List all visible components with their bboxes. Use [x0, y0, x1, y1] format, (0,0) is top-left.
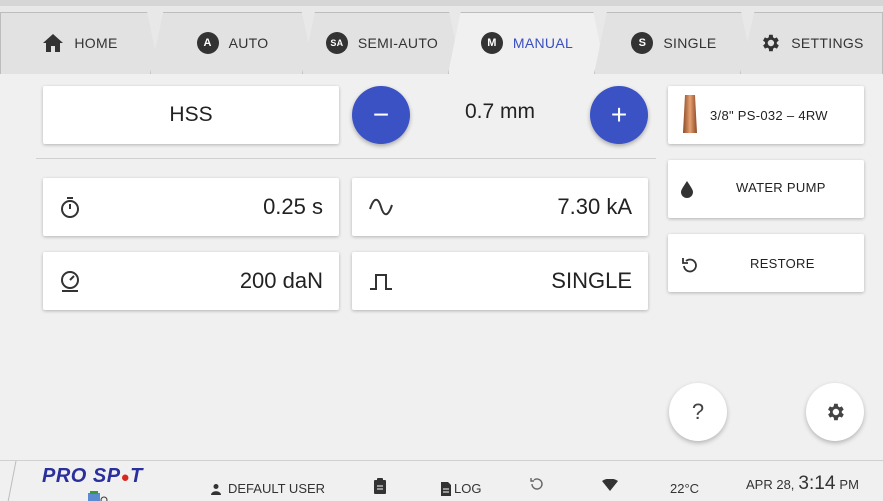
tab-settings[interactable]: SETTINGS	[740, 12, 883, 74]
pulse-mode-field[interactable]: SINGLE	[352, 252, 648, 310]
water-pump-button[interactable]: WATER PUMP	[668, 160, 864, 218]
time-text: 3:14	[798, 473, 836, 494]
tab-semi-auto-label: SEMI-AUTO	[357, 35, 439, 51]
weld-time-value: 0.25 s	[263, 194, 323, 219]
log-label: LOG	[454, 481, 482, 496]
sine-wave-icon	[369, 198, 393, 216]
water-drop-icon	[681, 181, 693, 198]
electrode-label: 3/8" PS-032 – 4RW	[710, 107, 828, 123]
weld-current-field[interactable]: 7.30 kA	[352, 178, 648, 236]
divider	[36, 158, 656, 159]
tab-home[interactable]: HOME	[0, 12, 160, 74]
tab-manual[interactable]: M MANUAL	[448, 12, 606, 74]
logo-text-end: T	[130, 465, 143, 487]
electrode-tip-icon	[683, 95, 697, 133]
help-button[interactable]: ?	[669, 383, 727, 441]
logo-dot: ●	[120, 469, 131, 486]
document-icon	[441, 481, 451, 496]
pressure-gauge-icon	[61, 271, 79, 292]
wifi-icon	[602, 479, 618, 491]
clipboard-icon	[374, 478, 386, 494]
single-badge-icon: S	[631, 32, 654, 54]
home-icon	[43, 34, 64, 52]
ampm-text: PM	[839, 477, 859, 492]
logo-text: PRO SP	[42, 465, 121, 487]
tab-auto-label: AUTO	[228, 35, 269, 51]
minus-icon: −	[372, 99, 390, 130]
help-icon: ?	[691, 399, 705, 424]
thickness-value: 0.7 mm	[464, 100, 535, 123]
water-pump-label: WATER PUMP	[736, 180, 826, 195]
decrease-thickness-button[interactable]: −	[352, 86, 410, 144]
weld-time-field[interactable]: 0.25 s	[43, 178, 339, 236]
restore-icon	[682, 258, 697, 273]
user-label: DEFAULT USER	[228, 481, 326, 496]
clamp-force-field[interactable]: 200 daN	[43, 252, 339, 310]
gear-icon	[763, 34, 780, 52]
tab-auto[interactable]: A AUTO	[150, 12, 315, 74]
weld-current-value: 7.30 kA	[557, 194, 632, 219]
electrode-selector[interactable]: 3/8" PS-032 – 4RW	[668, 86, 864, 144]
stopwatch-icon	[61, 197, 79, 218]
wifi-indicator[interactable]	[602, 479, 618, 491]
machine-icon	[88, 491, 108, 501]
history-icon	[530, 478, 543, 490]
log-button[interactable]: LOG	[440, 481, 481, 496]
plus-icon: +	[610, 99, 628, 130]
gear-icon	[828, 403, 844, 421]
tab-settings-label: SETTINGS	[791, 35, 864, 51]
footer-corner-shape	[7, 461, 17, 501]
clamp-force-value: 200 daN	[239, 268, 323, 293]
pro-spot-logo: PRO SP●T	[42, 465, 143, 488]
user-indicator[interactable]: DEFAULT USER	[210, 481, 325, 496]
square-pulse-icon	[370, 274, 392, 290]
tab-single[interactable]: S SINGLE	[594, 12, 754, 74]
restore-button[interactable]: RESTORE	[668, 234, 864, 292]
clock: APR 28, 3:14 PM	[746, 473, 859, 495]
increase-thickness-button[interactable]: +	[590, 86, 648, 144]
tab-home-label: HOME	[74, 35, 118, 51]
temperature-readout: 22°C	[670, 481, 700, 496]
tab-semi-auto[interactable]: SA SEMI-AUTO	[302, 12, 462, 74]
auto-badge-icon: A	[196, 32, 219, 54]
history-button[interactable]	[530, 477, 544, 491]
material-value: HSS	[169, 103, 213, 126]
manual-badge-icon: M	[480, 32, 503, 54]
restore-label: RESTORE	[750, 256, 815, 271]
tab-bar: HOME A AUTO SA SEMI-AUTO M MANUAL S SING…	[0, 0, 883, 74]
status-bar: PRO SP●T DEFAULT USER LOG 22°C APR 28, 3…	[0, 460, 883, 501]
user-icon	[211, 483, 221, 495]
settings-button[interactable]	[806, 383, 864, 441]
semi-auto-badge-icon: SA	[325, 32, 348, 54]
material-selector[interactable]: HSS	[43, 86, 339, 144]
date-text: APR 28,	[746, 477, 795, 492]
tab-manual-label: MANUAL	[512, 35, 574, 51]
tab-single-label: SINGLE	[663, 35, 717, 51]
pulse-mode-value: SINGLE	[551, 268, 632, 293]
clipboard-button[interactable]	[373, 478, 387, 494]
